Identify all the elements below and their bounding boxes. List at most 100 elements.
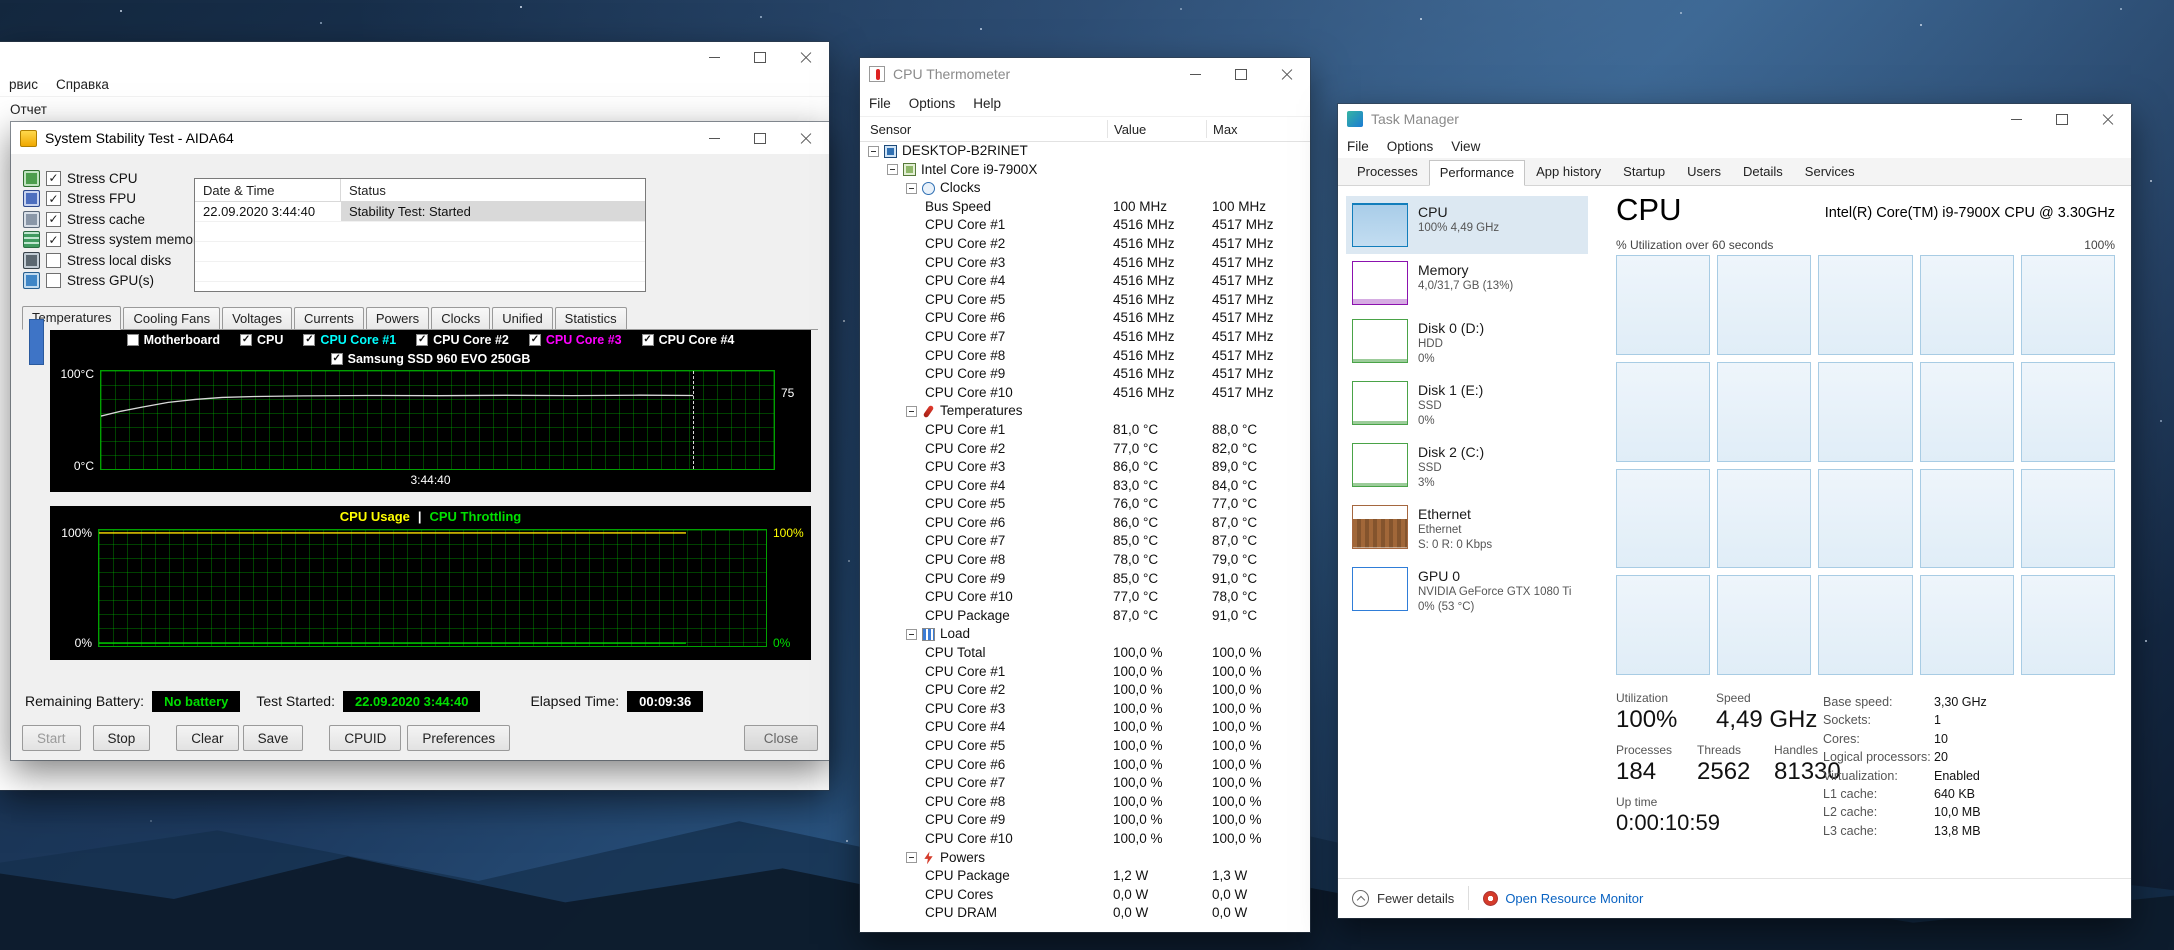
legend-checkbox[interactable] [303, 333, 316, 346]
tree-row-load[interactable]: Load [860, 625, 1310, 644]
stress-checkbox[interactable] [46, 252, 61, 268]
tree-row-cpu-core-10[interactable]: CPU Core #10 4516 MHz 4517 MHz [860, 384, 1310, 403]
column-header-value[interactable]: Value [1107, 120, 1146, 138]
tree-row-cpu-core-10[interactable]: CPU Core #10 100,0 % 100,0 % [860, 830, 1310, 849]
tree-row-cpu-core-7[interactable]: CPU Core #7 100,0 % 100,0 % [860, 774, 1310, 793]
tab-performance[interactable]: Performance [1428, 160, 1526, 186]
sidebar-cpu[interactable]: CPU 100% 4,49 GHz [1346, 196, 1588, 254]
fewer-details-button[interactable]: Fewer details [1377, 891, 1454, 906]
clear-button[interactable]: Clear [176, 725, 239, 751]
stress-item-stress-system-memory[interactable]: Stress system memory [23, 230, 204, 251]
tree-row-cpu-core-9[interactable]: CPU Core #9 100,0 % 100,0 % [860, 811, 1310, 830]
maximize-button[interactable] [2039, 104, 2085, 134]
tab-currents[interactable]: Currents [293, 307, 364, 329]
legend-checkbox[interactable] [240, 333, 253, 346]
minimize-button[interactable] [1172, 58, 1218, 90]
tree-row-cpu-dram[interactable]: CPU DRAM 0,0 W 0,0 W [860, 904, 1310, 923]
column-header[interactable]: Status [341, 183, 386, 198]
tree-row-cpu-core-1[interactable]: CPU Core #1 100,0 % 100,0 % [860, 663, 1310, 682]
tree-row-cpu-core-6[interactable]: CPU Core #6 100,0 % 100,0 % [860, 756, 1310, 775]
close-icon[interactable] [2085, 104, 2131, 134]
tree-row-cpu-core-8[interactable]: CPU Core #8 100,0 % 100,0 % [860, 793, 1310, 812]
legend-item-cpu-core-1[interactable]: CPU Core #1 [303, 333, 396, 347]
tab-details[interactable]: Details [1732, 159, 1794, 185]
maximize-button[interactable] [737, 122, 783, 154]
tree-row-cpu-core-6[interactable]: CPU Core #6 4516 MHz 4517 MHz [860, 309, 1310, 328]
tree-row-cpu-core-8[interactable]: CPU Core #8 4516 MHz 4517 MHz [860, 347, 1310, 366]
report-menu-item[interactable]: Отчет [10, 102, 47, 117]
thermo-titlebar[interactable]: CPU Thermometer [860, 58, 1310, 90]
sidebar-memory[interactable]: Memory 4,0/31,7 GB (13%) [1346, 254, 1588, 312]
tree-row-cpu-core-6[interactable]: CPU Core #6 86,0 °C 87,0 °C [860, 514, 1310, 533]
stress-checkbox[interactable] [46, 191, 61, 207]
tab-unified[interactable]: Unified [492, 307, 553, 329]
tab-startup[interactable]: Startup [1612, 159, 1676, 185]
tree-row-cpu-core-7[interactable]: CPU Core #7 4516 MHz 4517 MHz [860, 328, 1310, 347]
menu-item-[interactable]: Справка [47, 77, 118, 92]
collapse-icon[interactable] [868, 145, 879, 157]
tm-titlebar[interactable]: Task Manager [1338, 104, 2131, 134]
tree-row-cpu-core-4[interactable]: CPU Core #4 83,0 °C 84,0 °C [860, 477, 1310, 496]
tree-row-cpu-package[interactable]: CPU Package 1,2 W 1,3 W [860, 867, 1310, 886]
stress-log-table[interactable]: Date & Time Status 22.09.2020 3:44:40 St… [194, 178, 646, 292]
tree-row-bus-speed[interactable]: Bus Speed 100 MHz 100 MHz [860, 198, 1310, 217]
stress-item-stress-local-disks[interactable]: Stress local disks [23, 250, 204, 271]
tab-voltages[interactable]: Voltages [222, 307, 292, 329]
sidebar-disk-0-d[interactable]: Disk 0 (D:) HDD 0% [1346, 312, 1588, 374]
legend-checkbox[interactable] [416, 333, 429, 346]
start-button[interactable]: Start [22, 725, 81, 751]
tree-row-cpu-core-2[interactable]: CPU Core #2 4516 MHz 4517 MHz [860, 235, 1310, 254]
tree-row-cpu-core-3[interactable]: CPU Core #3 4516 MHz 4517 MHz [860, 254, 1310, 273]
tree-row-temperatures[interactable]: Temperatures [860, 402, 1310, 421]
menu-item-help[interactable]: Help [964, 96, 1010, 111]
legend-checkbox[interactable] [330, 352, 343, 365]
menu-item-options[interactable]: Options [1378, 139, 1443, 154]
tree-row-intel-core-i9-7900x[interactable]: Intel Core i9-7900X [860, 161, 1310, 180]
stress-checkbox[interactable] [46, 232, 61, 248]
column-header-sensor[interactable]: Sensor [860, 122, 911, 137]
legend-item-motherboard[interactable]: Motherboard [126, 333, 220, 347]
legend-item-cpu-core-4[interactable]: CPU Core #4 [641, 333, 734, 347]
collapse-icon[interactable] [906, 629, 917, 641]
stress-item-stress-cache[interactable]: Stress cache [23, 209, 204, 230]
legend-item-cpu-core-2[interactable]: CPU Core #2 [416, 333, 509, 347]
tree-row-cpu-core-4[interactable]: CPU Core #4 100,0 % 100,0 % [860, 718, 1310, 737]
stress-checkbox[interactable] [46, 273, 61, 289]
collapse-icon[interactable] [906, 406, 917, 418]
tree-row-cpu-core-7[interactable]: CPU Core #7 85,0 °C 87,0 °C [860, 532, 1310, 551]
tree-row-cpu-core-3[interactable]: CPU Core #3 86,0 °C 89,0 °C [860, 458, 1310, 477]
tree-row-cpu-core-5[interactable]: CPU Core #5 100,0 % 100,0 % [860, 737, 1310, 756]
open-resource-monitor-link[interactable]: Open Resource Monitor [1505, 891, 1643, 906]
tree-row-cpu-core-1[interactable]: CPU Core #1 4516 MHz 4517 MHz [860, 216, 1310, 235]
tree-row-cpu-core-2[interactable]: CPU Core #2 100,0 % 100,0 % [860, 681, 1310, 700]
maximize-button[interactable] [1218, 58, 1264, 90]
close-icon[interactable] [783, 42, 829, 72]
column-header-max[interactable]: Max [1206, 120, 1238, 138]
menu-item-[interactable]: рвис [0, 77, 47, 92]
tree-row-cpu-core-3[interactable]: CPU Core #3 100,0 % 100,0 % [860, 700, 1310, 719]
tree-row-cpu-core-10[interactable]: CPU Core #10 77,0 °C 78,0 °C [860, 588, 1310, 607]
sidebar-disk-1-e[interactable]: Disk 1 (E:) SSD 0% [1346, 374, 1588, 436]
tree-row-cpu-core-1[interactable]: CPU Core #1 81,0 °C 88,0 °C [860, 421, 1310, 440]
stress-checkbox[interactable] [46, 211, 61, 227]
close-icon[interactable] [1264, 58, 1310, 90]
sidebar-ethernet[interactable]: Ethernet Ethernet S: 0 R: 0 Kbps [1346, 498, 1588, 560]
legend-item-cpu[interactable]: CPU [240, 333, 283, 347]
tree-row-cpu-core-5[interactable]: CPU Core #5 4516 MHz 4517 MHz [860, 291, 1310, 310]
stop-button[interactable]: Stop [92, 725, 151, 751]
log-row[interactable]: 22.09.2020 3:44:40 Stability Test: Start… [195, 202, 645, 222]
stress-checkbox[interactable] [46, 170, 61, 186]
collapse-icon[interactable] [906, 852, 917, 864]
menu-item-file[interactable]: File [860, 96, 900, 111]
save-button[interactable]: Save [242, 725, 304, 751]
menu-item-view[interactable]: View [1442, 139, 1489, 154]
tree-row-cpu-core-4[interactable]: CPU Core #4 4516 MHz 4517 MHz [860, 272, 1310, 291]
tree-row-desktop-b2rinet[interactable]: DESKTOP-B2RINET [860, 142, 1310, 161]
tab-cooling-fans[interactable]: Cooling Fans [123, 307, 221, 329]
chevron-up-icon[interactable] [1352, 889, 1369, 907]
tree-row-cpu-core-9[interactable]: CPU Core #9 85,0 °C 91,0 °C [860, 570, 1310, 589]
close-button[interactable]: Close [744, 725, 818, 751]
stress-item-stress-cpu[interactable]: Stress CPU [23, 168, 204, 189]
tree-row-cpu-total[interactable]: CPU Total 100,0 % 100,0 % [860, 644, 1310, 663]
column-header[interactable]: Date & Time [195, 179, 341, 201]
